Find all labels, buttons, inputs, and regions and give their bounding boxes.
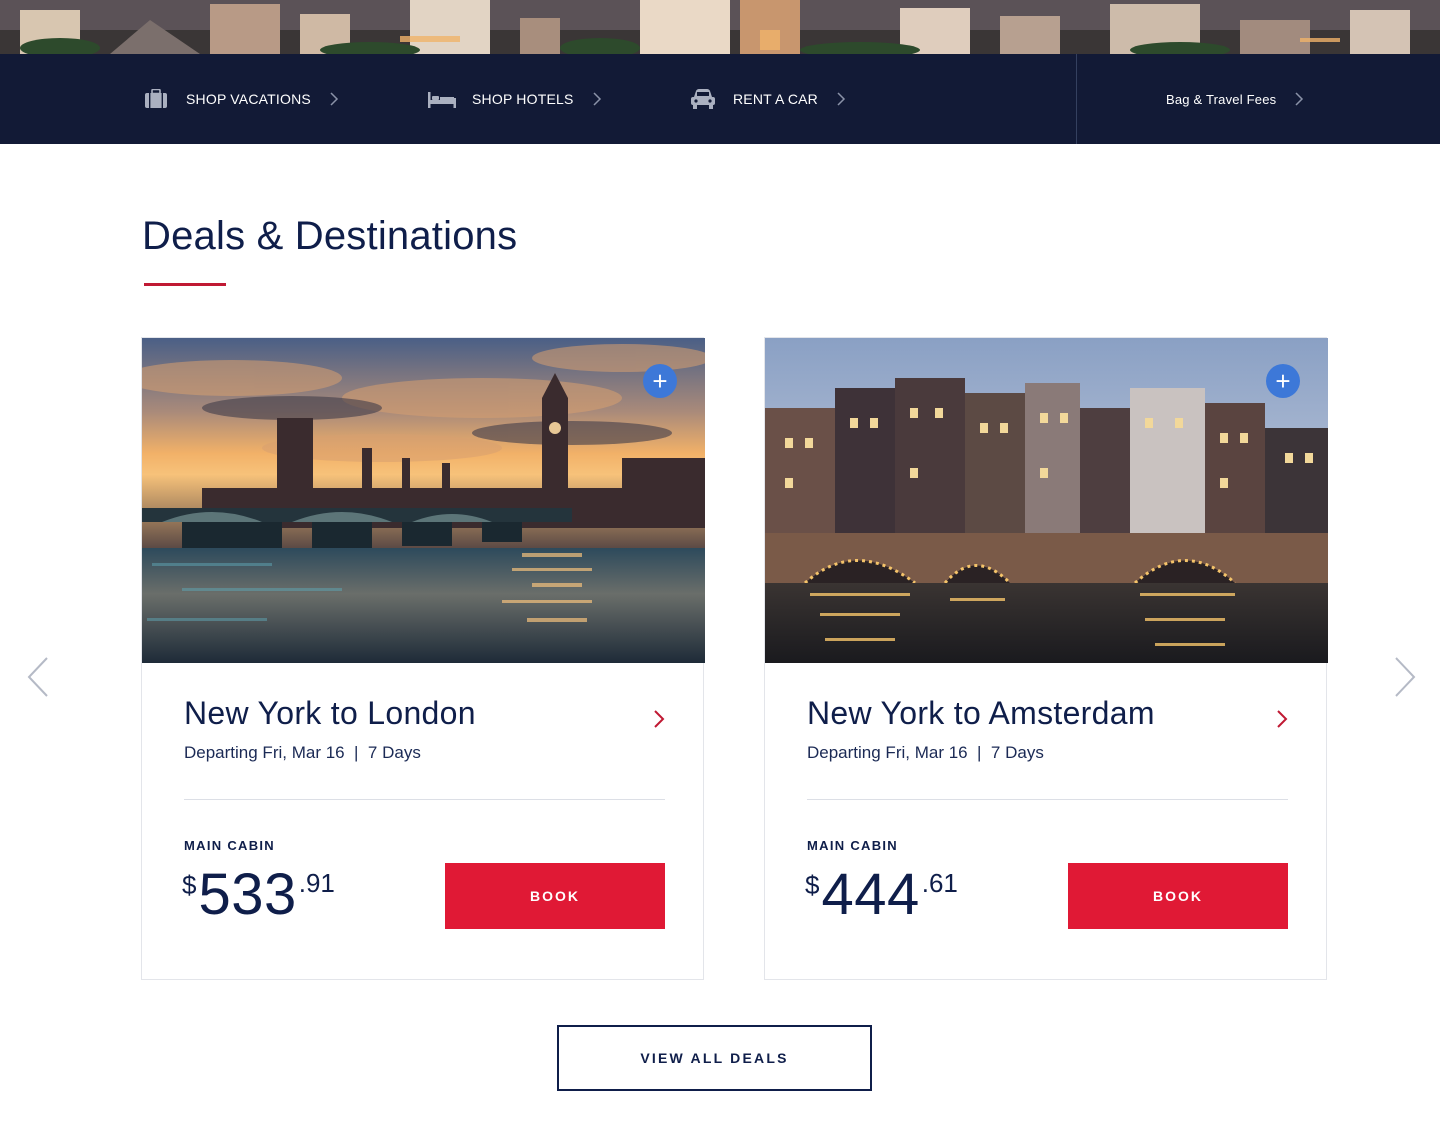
chevron-right-icon[interactable] [1276,709,1288,729]
section-title: Deals & Destinations [142,214,518,258]
secondary-nav-bar: SHOP VACATIONS SHOP HOTELS RENT A CAR Ba… [0,54,1440,144]
add-to-favorites-plus-icon[interactable]: + [643,364,677,398]
deal-price: $ 533 .91 [182,858,335,924]
deal-title: New York to Amsterdam [807,695,1155,731]
bed-icon [428,88,456,110]
deal-title: New York to London [184,695,476,731]
bag-travel-fees-label: Bag & Travel Fees [1166,91,1277,107]
price-whole: 533 [198,862,297,927]
chevron-right-icon [330,92,339,106]
nav-divider [1076,54,1077,144]
deal-card-amsterdam[interactable]: + New York to Amsterdam Departing Fri, M… [764,337,1328,980]
chevron-right-icon[interactable] [653,709,665,729]
deal-departure-info: Departing Fri, Mar 16 | 7 Days [184,743,421,762]
card-divider [184,799,665,800]
title-underline [144,283,226,286]
book-button[interactable]: BOOK [1068,863,1288,929]
deal-card-london[interactable]: + New York to London Departing Fri, Mar … [141,337,705,980]
london-destination-image: + [142,338,705,663]
chevron-right-icon [1295,92,1304,106]
chevron-right-icon [837,92,846,106]
cabin-class-label: MAIN CABIN [184,838,275,853]
nav-shop-vacations-label: SHOP VACATIONS [186,91,311,107]
nav-shop-hotels-label: SHOP HOTELS [472,91,574,107]
price-currency: $ [805,870,820,900]
book-button[interactable]: BOOK [445,863,665,929]
suitcase-icon [142,88,170,110]
deal-price: $ 444 .61 [805,858,958,924]
nav-rent-a-car[interactable]: RENT A CAR [689,54,846,144]
price-whole: 444 [821,862,920,927]
carousel-prev-arrow-icon[interactable] [26,656,50,698]
price-cents: .91 [298,868,335,898]
price-currency: $ [182,870,197,900]
price-cents: .61 [921,868,958,898]
chevron-right-icon [593,92,601,106]
nav-rent-a-car-label: RENT A CAR [733,91,818,107]
cabin-class-label: MAIN CABIN [807,838,898,853]
card-divider [807,799,1288,800]
add-to-favorites-plus-icon[interactable]: + [1266,364,1300,398]
deal-departure-info: Departing Fri, Mar 16 | 7 Days [807,743,1044,762]
amsterdam-destination-image: + [765,338,1328,663]
view-all-deals-button[interactable]: VIEW ALL DEALS [557,1025,872,1091]
bag-travel-fees-link[interactable]: Bag & Travel Fees [1166,54,1304,144]
nav-shop-hotels[interactable]: SHOP HOTELS [428,54,602,144]
car-icon [689,88,717,110]
hero-image-strip [0,0,1440,54]
nav-shop-vacations[interactable]: SHOP VACATIONS [142,54,339,144]
carousel-next-arrow-icon[interactable] [1393,656,1417,698]
city-skyline-image [0,0,1440,54]
